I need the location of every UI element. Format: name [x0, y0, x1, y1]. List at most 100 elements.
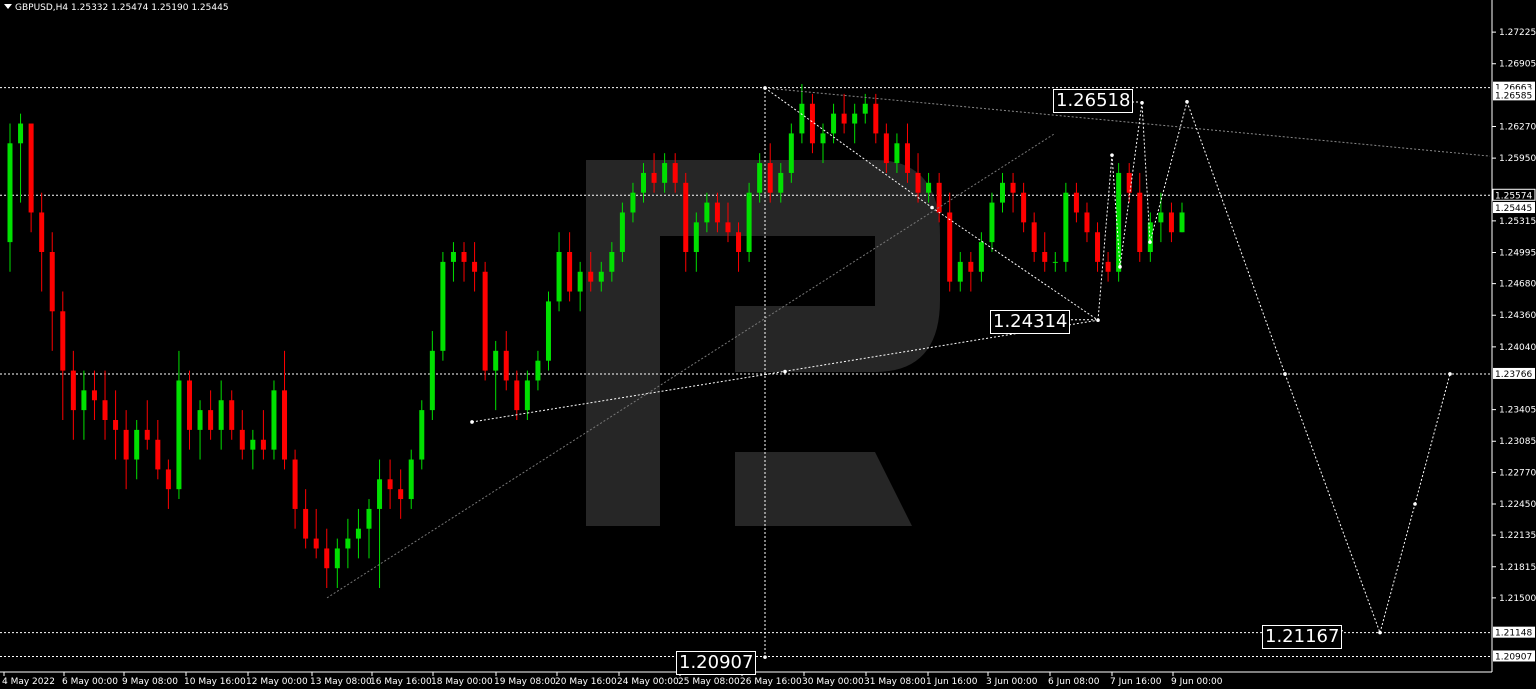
candle-body — [852, 113, 858, 124]
candle-body — [641, 172, 647, 193]
candle-body — [630, 192, 636, 213]
candle-body — [662, 163, 668, 183]
path-point — [1148, 240, 1152, 244]
candle-body — [1116, 172, 1122, 272]
candle-body — [757, 163, 763, 193]
candle-body — [947, 212, 953, 282]
candle-body — [841, 113, 847, 124]
candle-body — [651, 172, 657, 183]
price-tick-label: 1.27225 — [1499, 28, 1536, 38]
path-point — [1283, 372, 1287, 376]
candle-body — [778, 172, 784, 193]
candle-body — [482, 271, 488, 371]
candle-body — [767, 163, 773, 193]
price-chart[interactable]: 1.27225 1.26905 1.26270 1.25950 1.25315 1.249… — [0, 0, 1536, 689]
path-point — [470, 420, 474, 424]
candle-body — [70, 370, 76, 411]
time-tick-label: 4 May 2022 — [2, 677, 55, 687]
candle-body — [303, 508, 309, 539]
candle-body — [1147, 222, 1153, 252]
time-tick-label: 18 May 00:00 — [431, 677, 493, 687]
candle-body — [714, 202, 720, 223]
candle-body — [1052, 261, 1058, 263]
candle-body — [683, 182, 689, 252]
time-tick-label: 26 May 16:00 — [740, 677, 802, 687]
candle-body — [883, 133, 889, 164]
candle-body — [1179, 212, 1185, 233]
candle-body — [1073, 192, 1079, 213]
candle-body — [429, 350, 435, 411]
candle-body — [271, 390, 277, 450]
price-tick-label: 1.23085 — [1499, 437, 1536, 447]
candle-body — [355, 528, 361, 539]
candle-body — [820, 133, 826, 144]
candle-body — [81, 390, 87, 411]
candle-body — [208, 410, 214, 430]
candle-body — [144, 429, 150, 440]
time-tick-label: 10 May 16:00 — [184, 677, 246, 687]
price-tick-label: 1.24360 — [1499, 311, 1536, 321]
path-point — [1118, 265, 1122, 269]
candle-body — [450, 252, 456, 262]
candle-body — [1031, 222, 1037, 252]
path-point — [1378, 630, 1382, 635]
candle-body — [419, 410, 425, 460]
price-tag-label: 1.21148 — [1495, 629, 1532, 639]
candle-body — [493, 350, 499, 371]
candle-body — [186, 380, 192, 430]
time-tick-label: 6 May 00:00 — [62, 677, 118, 687]
path-point — [763, 655, 767, 659]
path-point — [1096, 318, 1100, 322]
path-point — [1185, 99, 1189, 104]
candle-body — [556, 252, 562, 302]
candle-body — [250, 439, 256, 450]
time-tick-label: 12 May 00:00 — [246, 677, 308, 687]
time-tick-label: 31 May 08:00 — [864, 677, 926, 687]
dropdown-arrow-icon[interactable] — [4, 4, 12, 9]
candle-body — [313, 538, 319, 549]
candle-body — [366, 508, 372, 529]
candle-body — [1137, 192, 1143, 252]
candle-body — [113, 420, 119, 430]
time-tick-label: 24 May 00:00 — [617, 677, 679, 687]
candle-body — [725, 222, 731, 233]
price-tag-label: 1.25574 — [1495, 191, 1532, 201]
time-tick-label: 1 Jun 16:00 — [926, 677, 978, 687]
candle-body — [619, 212, 625, 252]
close-value: 1.25445 — [191, 3, 229, 13]
candle-body — [324, 548, 330, 569]
candle-body — [260, 439, 266, 450]
time-tick-label: 30 May 00:00 — [802, 677, 864, 687]
open-value: 1.25332 — [71, 3, 109, 13]
price-tick-label: 1.22135 — [1499, 531, 1536, 541]
candle-body — [672, 163, 678, 183]
price-tick-label: 1.26270 — [1499, 122, 1536, 132]
path-point — [1413, 502, 1417, 506]
candle-body — [165, 469, 171, 490]
candle-body — [926, 182, 932, 193]
candle-body — [334, 548, 340, 569]
candle-body — [535, 360, 541, 381]
candle-body — [514, 380, 520, 411]
candle-body — [1168, 212, 1174, 233]
candle-body — [218, 400, 224, 430]
time-tick-label: 3 Jun 00:00 — [986, 677, 1038, 687]
candle-body — [1042, 252, 1048, 262]
level-label-1-24314: 1.24314 — [990, 310, 1071, 334]
candle-body — [567, 252, 573, 292]
time-tick-label: 9 Jun 00:00 — [1171, 677, 1223, 687]
candle-body — [28, 123, 34, 213]
candle-body — [904, 143, 910, 173]
candle-body — [39, 212, 45, 252]
candle-body — [102, 400, 108, 420]
candle-body — [989, 202, 995, 243]
time-tick-label: 16 May 16:00 — [370, 677, 432, 687]
price-tick-label: 1.25315 — [1499, 217, 1536, 227]
candle-body — [408, 459, 414, 500]
candle-body — [1158, 212, 1164, 223]
level-label-1-20907: 1.20907 — [676, 651, 757, 675]
chart-header: GBPUSD,H4 1.25332 1.25474 1.25190 1.2544… — [4, 3, 229, 13]
candle-body — [123, 429, 129, 460]
candle-body — [60, 311, 66, 371]
price-tick-label: 1.21815 — [1499, 563, 1536, 573]
